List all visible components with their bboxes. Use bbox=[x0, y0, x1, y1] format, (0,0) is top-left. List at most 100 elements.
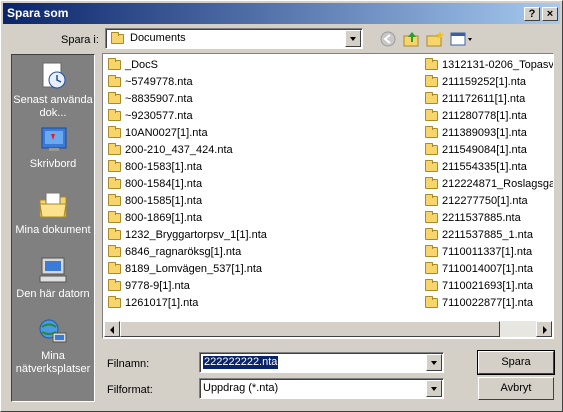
file-icon bbox=[425, 143, 438, 156]
place-recent[interactable]: Senast använda dok... bbox=[12, 61, 94, 120]
close-button[interactable]: × bbox=[542, 7, 558, 21]
file-item[interactable]: 9778-9[1].nta bbox=[104, 278, 419, 295]
file-item[interactable]: 7110022877[1].nta bbox=[421, 295, 553, 312]
file-item[interactable]: 211172611[1].nta bbox=[421, 91, 553, 108]
file-item[interactable]: 2211537885.nta bbox=[421, 210, 553, 227]
file-item[interactable]: _DocS bbox=[104, 57, 419, 74]
file-item[interactable]: 6846_ragnaröksg[1].nta bbox=[104, 244, 419, 261]
save-button[interactable]: Spara bbox=[477, 350, 555, 375]
file-name: 800-1583[1].nta bbox=[125, 161, 203, 173]
title-bar[interactable]: Spara som ? × bbox=[3, 3, 560, 24]
file-item[interactable]: ~8835907.nta bbox=[104, 91, 419, 108]
file-item[interactable]: 1232_Bryggartorpsv_1[1].nta bbox=[104, 227, 419, 244]
scroll-left-icon[interactable] bbox=[104, 321, 120, 337]
file-item[interactable]: 7110014007[1].nta bbox=[421, 261, 553, 278]
place-my-computer[interactable]: Den här datorn bbox=[12, 255, 94, 301]
file-item[interactable]: ~5749778.nta bbox=[104, 74, 419, 91]
up-folder-icon[interactable] bbox=[402, 30, 422, 48]
file-name: 211159252[1].nta bbox=[442, 76, 527, 88]
file-item[interactable]: 1261017[1].nta bbox=[104, 295, 419, 312]
filetype-dropdown[interactable]: Uppdrag (*.nta) bbox=[199, 378, 444, 399]
file-item[interactable]: 800-1583[1].nta bbox=[104, 159, 419, 176]
cancel-button[interactable]: Avbryt bbox=[478, 377, 554, 400]
file-name: 8189_Lomvägen_537[1].nta bbox=[125, 263, 263, 275]
file-icon bbox=[425, 262, 438, 275]
file-item[interactable]: ~9230577.nta bbox=[104, 108, 419, 125]
place-network-label: Mina nätverksplatser bbox=[15, 350, 91, 375]
chevron-down-icon[interactable] bbox=[426, 354, 442, 371]
file-name: 6846_ragnaröksg[1].nta bbox=[125, 246, 242, 258]
file-name: 1232_Bryggartorpsv_1[1].nta bbox=[125, 229, 267, 241]
file-icon bbox=[425, 279, 438, 292]
places-bar: Senast använda dok... Skrivbord Mina dok… bbox=[11, 54, 95, 402]
help-button[interactable]: ? bbox=[524, 7, 540, 21]
file-icon bbox=[425, 177, 438, 190]
file-item[interactable]: 211280778[1].nta bbox=[421, 108, 553, 125]
file-icon bbox=[425, 211, 438, 224]
file-name: ~8835907.nta bbox=[125, 93, 193, 105]
folder-icon bbox=[111, 32, 124, 44]
file-name: 10AN0027[1].nta bbox=[125, 127, 208, 139]
file-icon bbox=[425, 160, 438, 173]
recent-documents-icon bbox=[37, 61, 69, 91]
save-in-value: Documents bbox=[130, 32, 186, 44]
place-network[interactable]: Mina nätverksplatser bbox=[12, 317, 94, 376]
file-name: 211389093[1].nta bbox=[442, 127, 527, 139]
place-my-documents[interactable]: Mina dokument bbox=[12, 191, 94, 237]
filename-value: 222222222.nta bbox=[203, 356, 279, 369]
filename-input[interactable]: 222222222.nta bbox=[199, 352, 444, 373]
chevron-down-icon[interactable] bbox=[426, 380, 442, 397]
file-icon bbox=[108, 177, 121, 190]
file-name: 7110014007[1].nta bbox=[442, 263, 533, 275]
file-name: ~9230577.nta bbox=[125, 110, 193, 122]
file-name: 1312131-0206_Topasvä bbox=[442, 59, 553, 71]
file-item[interactable]: 10AN0027[1].nta bbox=[104, 125, 419, 142]
file-name: 1261017[1].nta bbox=[125, 297, 199, 309]
view-menu-icon[interactable] bbox=[449, 30, 475, 48]
new-folder-icon[interactable] bbox=[425, 30, 445, 48]
file-name: 2211537885_1.nta bbox=[442, 229, 533, 241]
file-item[interactable]: 211159252[1].nta bbox=[421, 74, 553, 91]
file-icon bbox=[108, 109, 121, 122]
back-icon[interactable] bbox=[379, 30, 399, 48]
file-item[interactable]: 7110011337[1].nta bbox=[421, 244, 553, 261]
file-name: 800-1585[1].nta bbox=[125, 195, 203, 207]
place-my-documents-label: Mina dokument bbox=[15, 224, 91, 236]
file-item[interactable]: 212224871_Roslagsgat bbox=[421, 176, 553, 193]
file-icon bbox=[108, 58, 121, 71]
desktop-icon bbox=[37, 125, 69, 155]
file-item[interactable]: 2211537885_1.nta bbox=[421, 227, 553, 244]
file-icon bbox=[425, 75, 438, 88]
scroll-thumb[interactable] bbox=[120, 321, 500, 337]
horizontal-scrollbar[interactable] bbox=[104, 321, 552, 337]
file-item[interactable]: 211549084[1].nta bbox=[421, 142, 553, 159]
save-as-dialog: Spara som ? × Spara i: Documents Senast … bbox=[0, 0, 563, 412]
file-icon bbox=[108, 75, 121, 88]
file-item[interactable]: 800-1584[1].nta bbox=[104, 176, 419, 193]
file-list[interactable]: _DocS ~5749778.nta ~8835907.nta ~9230577.nt… bbox=[102, 53, 554, 339]
save-in-dropdown[interactable]: Documents bbox=[105, 28, 363, 49]
file-name: 211172611[1].nta bbox=[442, 93, 526, 105]
file-item[interactable]: 800-1585[1].nta bbox=[104, 193, 419, 210]
place-desktop-label: Skrivbord bbox=[29, 158, 77, 170]
file-icon bbox=[425, 92, 438, 105]
file-item[interactable]: 212277750[1].nta bbox=[421, 193, 553, 210]
file-item[interactable]: 211389093[1].nta bbox=[421, 125, 553, 142]
file-icon bbox=[108, 126, 121, 139]
file-name: 211554335[1].nta bbox=[442, 161, 527, 173]
file-item[interactable]: 800-1869[1].nta bbox=[104, 210, 419, 227]
place-my-computer-label: Den här datorn bbox=[16, 288, 90, 300]
file-name: 200-210_437_424.nta bbox=[125, 144, 233, 156]
file-name: 9778-9[1].nta bbox=[125, 280, 190, 292]
file-item[interactable]: 211554335[1].nta bbox=[421, 159, 553, 176]
file-item[interactable]: 200-210_437_424.nta bbox=[104, 142, 419, 159]
scroll-right-icon[interactable] bbox=[536, 321, 552, 337]
file-name: ~5749778.nta bbox=[125, 76, 193, 88]
chevron-down-icon[interactable] bbox=[345, 30, 361, 47]
file-item[interactable]: 8189_Lomvägen_537[1].nta bbox=[104, 261, 419, 278]
place-desktop[interactable]: Skrivbord bbox=[12, 125, 94, 171]
file-icon bbox=[108, 143, 121, 156]
filetype-value: Uppdrag (*.nta) bbox=[203, 382, 279, 394]
file-item[interactable]: 7110021693[1].nta bbox=[421, 278, 553, 295]
file-item[interactable]: 1312131-0206_Topasvä bbox=[421, 57, 553, 74]
